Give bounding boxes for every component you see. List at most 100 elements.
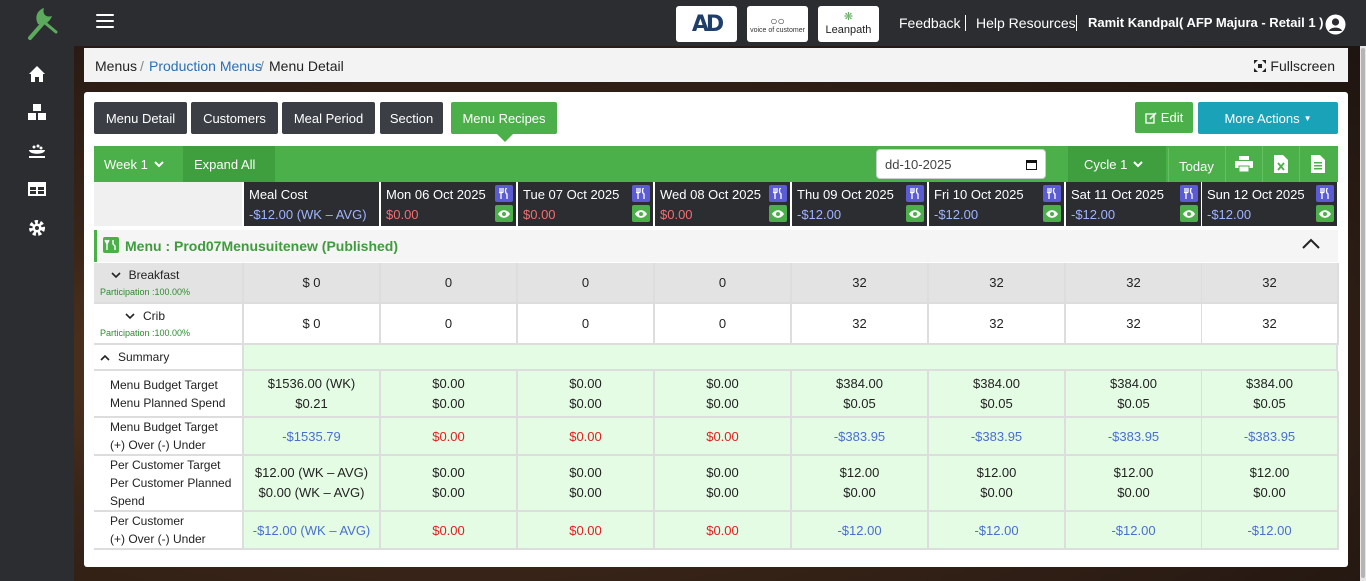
summary-label-line: Menu Budget Target bbox=[110, 377, 218, 392]
user-name[interactable]: Ramit Kandpal( AFP Majura - Retail 1 ) bbox=[1088, 15, 1324, 30]
calendar-icon[interactable] bbox=[1026, 159, 1037, 170]
day-label: Sat 11 Oct 2025 bbox=[1071, 187, 1164, 202]
boxes-icon[interactable] bbox=[27, 102, 47, 122]
excel-export-button[interactable] bbox=[1262, 146, 1298, 182]
recipes-icon[interactable] bbox=[632, 185, 650, 202]
recipes-icon[interactable] bbox=[769, 185, 787, 202]
per-customer-day-cell: $12.00 $0.00 bbox=[929, 456, 1066, 512]
feedback-link[interactable]: Feedback bbox=[899, 15, 960, 31]
recipes-icon[interactable] bbox=[495, 185, 513, 202]
voice-of-customer-logo[interactable]: ○○ voice of customer bbox=[747, 6, 808, 42]
home-icon[interactable] bbox=[27, 64, 47, 84]
chevron-up-icon[interactable] bbox=[1302, 238, 1320, 250]
per-customer-day-cell: $0.00 $0.00 bbox=[518, 456, 655, 512]
eye-icon[interactable] bbox=[1316, 205, 1334, 222]
meal-day-value: 0 bbox=[718, 316, 727, 331]
per-customer-spend: $0.00 bbox=[569, 485, 602, 500]
tab-customers[interactable]: Customers bbox=[191, 102, 278, 134]
per-customer-over-day-cell: -$12.00 bbox=[929, 512, 1066, 550]
chevron-down-icon[interactable] bbox=[125, 309, 135, 323]
grid-icon[interactable] bbox=[27, 179, 47, 199]
fullscreen-button[interactable]: Fullscreen bbox=[1254, 58, 1335, 74]
today-button[interactable]: Today bbox=[1168, 148, 1224, 184]
leanpath-logo[interactable]: ❋ Leanpath bbox=[818, 6, 879, 42]
eye-icon[interactable] bbox=[906, 205, 924, 222]
meal-total-cell: $ 0 bbox=[244, 263, 381, 304]
caret-down-icon: ▼ bbox=[1303, 113, 1312, 123]
over-under-value: $0.00 bbox=[432, 428, 465, 444]
menu-title-row[interactable]: Menu : Prod07Menusuitenew (Published) bbox=[94, 230, 1338, 262]
budget-target: $384.00 bbox=[1246, 375, 1293, 391]
chevron-down-icon bbox=[154, 160, 164, 167]
edit-button[interactable]: Edit bbox=[1135, 102, 1193, 133]
tab-meal-period[interactable]: Meal Period bbox=[282, 102, 375, 134]
over-under-value: -$383.95 bbox=[1107, 428, 1160, 444]
breadcrumb-menus[interactable]: Menus bbox=[95, 58, 137, 74]
tab-menu-detail[interactable]: Menu Detail bbox=[94, 102, 187, 134]
over-under-day-cell: -$383.95 bbox=[1202, 418, 1339, 456]
day-cost: -$12.00 bbox=[1207, 207, 1252, 222]
summary-label-text: Per Customer Target Per Customer Planned S… bbox=[94, 456, 231, 510]
breadcrumb-production-menus[interactable]: Production Menus bbox=[149, 58, 262, 74]
meal-row-label[interactable]: Breakfast Participation :100.00% bbox=[94, 263, 244, 304]
app-logo-icon[interactable] bbox=[22, 4, 62, 42]
cycle-dropdown[interactable]: Cycle 1 bbox=[1084, 146, 1144, 182]
recipes-icon[interactable] bbox=[1316, 185, 1334, 202]
eye-icon[interactable] bbox=[769, 205, 787, 222]
meal-day-value: 32 bbox=[852, 316, 867, 331]
rings-icon: ○○ bbox=[770, 13, 785, 28]
over-under-value: $0.00 bbox=[706, 428, 739, 444]
meal-day-cell: 0 bbox=[518, 304, 655, 345]
eye-icon[interactable] bbox=[632, 205, 650, 222]
menu-toggle-icon[interactable] bbox=[96, 14, 114, 30]
meal-day-cell: 32 bbox=[929, 304, 1066, 345]
print-button[interactable] bbox=[1225, 146, 1261, 182]
menu-icon bbox=[103, 237, 119, 253]
recipes-icon[interactable] bbox=[1180, 185, 1198, 202]
meal-row-label[interactable]: Crib Participation :100.00% bbox=[94, 304, 244, 345]
date-input[interactable]: dd-10-2025 bbox=[876, 149, 1046, 179]
over-under-value: -$1535.79 bbox=[282, 428, 341, 444]
per-customer-target: $0.00 bbox=[432, 465, 465, 480]
budget-day-cell: $0.00 $0.00 bbox=[381, 371, 518, 418]
meal-day-value: 0 bbox=[444, 275, 453, 290]
user-avatar-icon[interactable] bbox=[1325, 14, 1346, 35]
tab-section[interactable]: Section bbox=[380, 102, 443, 134]
recipes-icon[interactable] bbox=[1043, 185, 1061, 202]
budget-target: $384.00 bbox=[836, 375, 883, 391]
summary-label: Summary bbox=[118, 350, 170, 364]
chevron-up-icon[interactable] bbox=[100, 350, 110, 364]
budget-target: $384.00 bbox=[973, 375, 1020, 391]
eye-icon[interactable] bbox=[1180, 205, 1198, 222]
recipes-icon[interactable] bbox=[906, 185, 924, 202]
more-actions-button[interactable]: More Actions ▼ bbox=[1198, 102, 1338, 134]
eye-icon[interactable] bbox=[495, 205, 513, 222]
document-export-button[interactable] bbox=[1299, 146, 1335, 182]
budget-target: $0.00 bbox=[706, 375, 739, 391]
meal-day-value: 0 bbox=[444, 316, 453, 331]
page-scrollbar[interactable] bbox=[1360, 46, 1366, 581]
per-customer-over-day-cell: $0.00 bbox=[381, 512, 518, 550]
week-dropdown[interactable]: Week 1 bbox=[104, 146, 164, 182]
gear-icon[interactable] bbox=[27, 218, 47, 238]
summary-toggle[interactable]: Summary bbox=[94, 345, 244, 371]
meal-day-value: 32 bbox=[989, 316, 1004, 331]
dish-icon[interactable] bbox=[27, 140, 47, 160]
day-label: Fri 10 Oct 2025 bbox=[934, 187, 1024, 202]
tab-menu-recipes[interactable]: Menu Recipes bbox=[451, 102, 557, 134]
per-customer-target: $0.00 bbox=[706, 465, 739, 480]
per-customer-over-day-cell: -$12.00 bbox=[792, 512, 929, 550]
ad-logo-icon[interactable]: AD bbox=[676, 6, 737, 42]
planned-spend: $0.00 bbox=[706, 395, 739, 411]
scrollbar-thumb[interactable] bbox=[1361, 48, 1365, 578]
per-customer-spend: $0.00 bbox=[1253, 485, 1286, 500]
expand-all-button[interactable]: Expand All bbox=[194, 146, 255, 182]
per-customer-over-day-cell: $0.00 bbox=[655, 512, 792, 550]
meal-day-cell: 32 bbox=[1202, 304, 1339, 345]
eye-icon[interactable] bbox=[1043, 205, 1061, 222]
chevron-down-icon[interactable] bbox=[111, 268, 121, 282]
header-meal-cost: Meal Cost -$12.00 (WK – AVG) bbox=[244, 182, 379, 226]
help-resources-link[interactable]: Help Resources bbox=[976, 15, 1076, 31]
summary-label-line: Per Customer bbox=[110, 514, 185, 528]
meal-day-cell: 32 bbox=[792, 263, 929, 304]
